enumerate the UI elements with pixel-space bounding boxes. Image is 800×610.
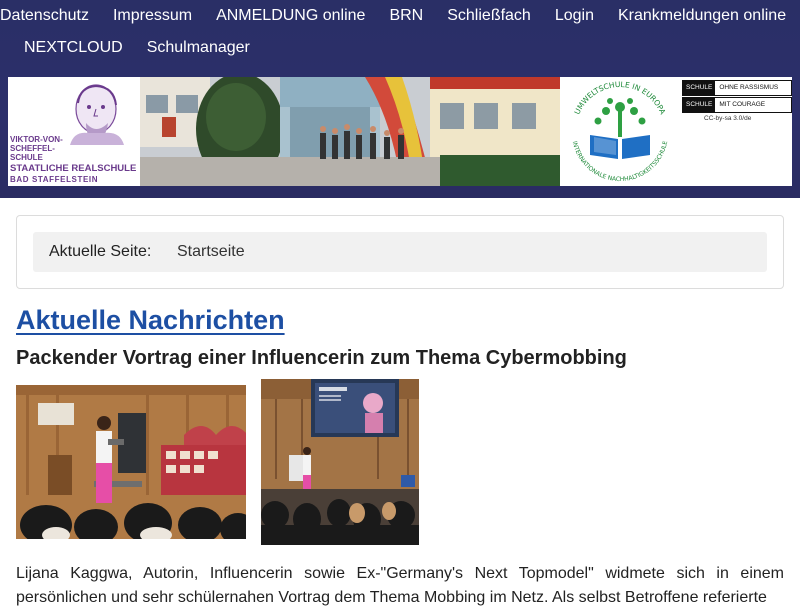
breadcrumb-label: Aktuelle Seite: <box>49 243 152 260</box>
school-building-photo <box>140 77 560 186</box>
breadcrumb-card: Aktuelle Seite: Startseite <box>16 215 784 289</box>
school-town: BAD STAFFELSTEIN <box>10 175 99 184</box>
school-name: VIKTOR-VON- SCHEFFEL- SCHULE <box>10 135 63 162</box>
section-title-link[interactable]: Aktuelle Nachrichten <box>16 305 285 336</box>
article-image-speaker[interactable] <box>16 385 246 539</box>
courage-badge[interactable]: SCHULE OHNE RASSISMUS SCHULE MIT COURAGE C… <box>680 77 792 186</box>
nav-krankmeldungen-online[interactable]: Krankmeldungen online <box>606 0 798 32</box>
nav-brn[interactable]: BRN <box>377 0 435 32</box>
nav-schulmanager[interactable]: Schulmanager <box>135 32 262 64</box>
article-paragraph: Lijana Kaggwa, Autorin, Influencerin sow… <box>16 565 784 606</box>
courage-badge-line1: SCHULE OHNE RASSISMUS <box>682 80 792 96</box>
article-title: Packender Vortrag einer Influencerin zum… <box>16 347 627 369</box>
school-type: STAATLICHE REALSCHULE <box>10 163 137 174</box>
nav-nextcloud[interactable]: NEXTCLOUD <box>12 32 135 64</box>
nav-row-1: Datenschutz Impressum ANMELDUNG online B… <box>0 0 798 32</box>
portrait-icon <box>70 84 124 145</box>
nav-login[interactable]: Login <box>543 0 606 32</box>
nav-anmeldung-online[interactable]: ANMELDUNG online <box>204 0 377 32</box>
nav-impressum[interactable]: Impressum <box>101 0 204 32</box>
header-banner[interactable]: VIKTOR-VON- SCHEFFEL- SCHULE STAATLICHE … <box>8 77 792 186</box>
header: Datenschutz Impressum ANMELDUNG online B… <box>0 0 800 198</box>
eco-school-icon: UMWELTSCHULE IN EUROPA INTERNATIONALE NA… <box>569 80 671 183</box>
breadcrumb-current: Startseite <box>177 243 245 260</box>
eco-school-logo[interactable]: UMWELTSCHULE IN EUROPA INTERNATIONALE NA… <box>560 77 680 186</box>
nav-datenschutz[interactable]: Datenschutz <box>0 0 101 32</box>
courage-badge-line2: SCHULE MIT COURAGE <box>682 97 792 113</box>
article-image-presentation[interactable] <box>261 379 419 545</box>
school-logo[interactable]: VIKTOR-VON- SCHEFFEL- SCHULE STAATLICHE … <box>8 77 140 186</box>
nav-schliessfach[interactable]: Schließfach <box>435 0 543 32</box>
license-text: CC-by-sa 3.0/de <box>704 115 752 122</box>
nav-row-2: NEXTCLOUD Schulmanager <box>12 32 262 64</box>
breadcrumb: Aktuelle Seite: Startseite <box>33 232 767 272</box>
